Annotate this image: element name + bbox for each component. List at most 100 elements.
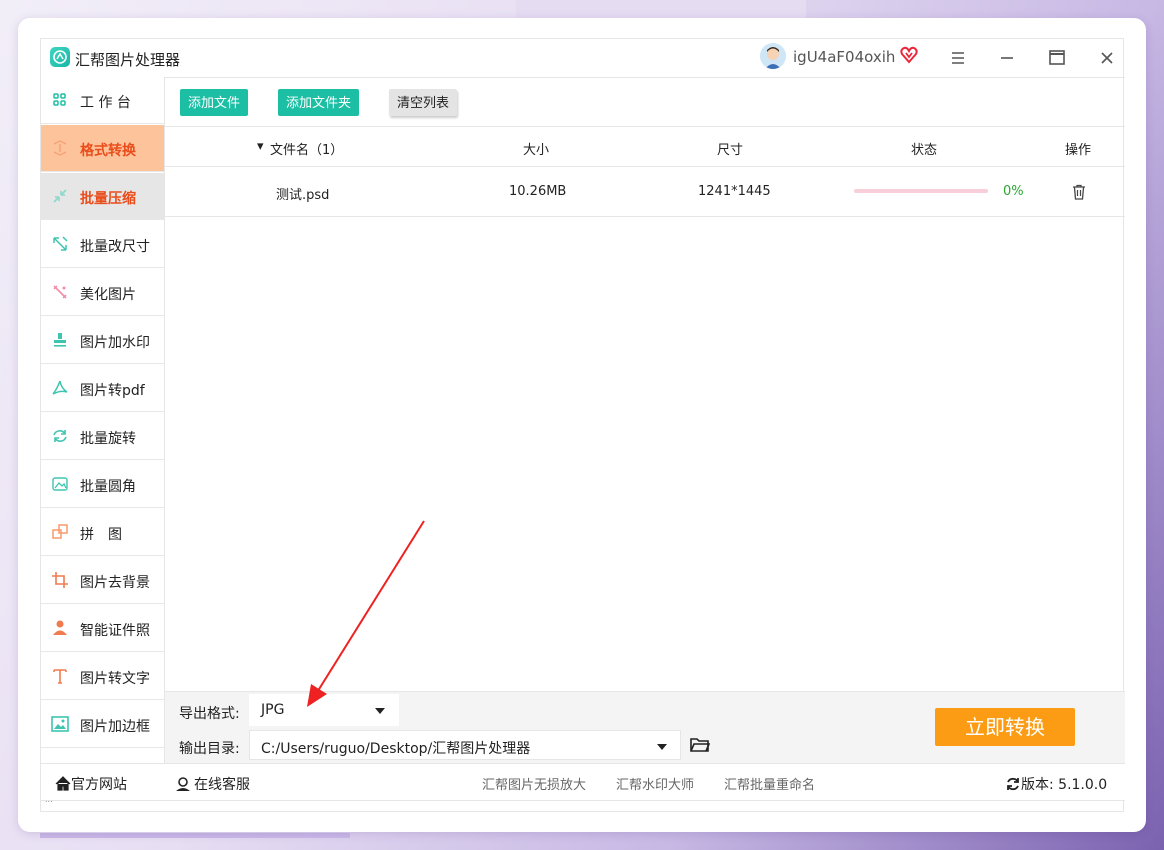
avatar[interactable] <box>760 43 786 69</box>
footer-link-upscale[interactable]: 汇帮图片无损放大 <box>482 774 586 793</box>
status-bar: ... <box>41 795 1125 813</box>
compress-icon <box>51 187 69 205</box>
column-status: 状态 <box>911 143 938 158</box>
version-label: 版本: <box>1021 777 1054 793</box>
progress-percent: 0% <box>1003 184 1024 199</box>
version-info[interactable]: 版本: 5.1.0.0 <box>1005 774 1107 794</box>
sidebar-item-collage[interactable]: 拼 图 <box>41 509 164 556</box>
output-settings: 导出格式: JPG 输出目录: C:/Users/ruguo/Desktop/汇… <box>165 691 1125 764</box>
output-dir-label: 输出目录: <box>179 741 240 757</box>
background-bar <box>40 833 350 838</box>
sidebar-item-rounded-corner[interactable]: 批量圆角 <box>41 461 164 508</box>
official-site-link[interactable]: 官方网站 <box>55 774 127 794</box>
sidebar-item-label: 智能证件照 <box>80 623 150 639</box>
chevron-down-icon <box>375 708 385 714</box>
footer-link-watermark[interactable]: 汇帮水印大师 <box>616 774 694 793</box>
sidebar-item-label: 图片转文字 <box>80 671 150 687</box>
chevron-down-icon <box>657 744 667 750</box>
sidebar-item-batch-compress[interactable]: 批量压缩 <box>41 173 164 220</box>
sidebar-item-label: 批量改尺寸 <box>80 239 150 255</box>
sidebar-item-label: 图片加水印 <box>80 335 150 351</box>
online-service-link[interactable]: 在线客服 <box>175 774 250 794</box>
crop-icon <box>51 571 69 589</box>
title-bar: 汇帮图片处理器 igU4aF04oxih <box>41 39 1125 78</box>
sidebar-item-rotate[interactable]: 批量旋转 <box>41 413 164 460</box>
minimize-icon[interactable] <box>995 46 1019 70</box>
beautify-icon <box>51 283 69 301</box>
output-dir-value: C:/Users/ruguo/Desktop/汇帮图片处理器 <box>261 741 531 757</box>
convert-now-button[interactable]: 立即转换 <box>935 708 1075 746</box>
sidebar-item-beautify[interactable]: 美化图片 <box>41 269 164 316</box>
sidebar-item-resize[interactable]: 批量改尺寸 <box>41 221 164 268</box>
sidebar-item-remove-bg[interactable]: 图片去背景 <box>41 557 164 604</box>
toolbar: 添加文件 添加文件夹 清空列表 <box>165 77 1125 127</box>
online-service-label: 在线客服 <box>194 777 250 793</box>
watermark-icon <box>51 331 69 349</box>
format-value: JPG <box>261 702 285 718</box>
sidebar-item-to-text[interactable]: 图片转文字 <box>41 653 164 700</box>
add-folder-button[interactable]: 添加文件夹 <box>278 89 360 116</box>
column-dimensions: 尺寸 <box>717 143 744 158</box>
sidebar-item-label: 美化图片 <box>80 287 136 303</box>
sidebar-item-label: 图片加边框 <box>80 719 150 735</box>
sidebar-item-label: 图片转pdf <box>80 383 145 399</box>
pdf-icon <box>51 379 69 397</box>
official-site-label: 官方网站 <box>71 777 127 793</box>
sidebar: 工 作 台 格式转换 批量压缩 批量改尺寸 美化图片 图片加水印 图片转pdf <box>41 77 165 763</box>
sidebar-item-label: 批量圆角 <box>80 479 136 495</box>
customer-service-icon <box>176 777 190 791</box>
app-window: 汇帮图片处理器 igU4aF04oxih 工 作 台 格式转换 批量压缩 批量改… <box>40 38 1125 813</box>
refresh-icon <box>1007 777 1019 791</box>
table-row[interactable]: 测试.psd 10.26MB 1241*1445 0% <box>165 167 1125 217</box>
format-select[interactable]: JPG <box>249 694 399 726</box>
person-icon <box>51 619 69 637</box>
clear-list-button[interactable]: 清空列表 <box>389 89 458 116</box>
sidebar-item-workbench[interactable]: 工 作 台 <box>41 77 164 124</box>
file-dimensions: 1241*1445 <box>698 184 771 199</box>
file-table-header: ▾ 文件名（1） 大小 尺寸 状态 操作 <box>165 127 1125 167</box>
close-icon[interactable] <box>1095 46 1119 70</box>
username[interactable]: igU4aF04oxih <box>793 48 895 66</box>
app-title: 汇帮图片处理器 <box>75 51 181 69</box>
sidebar-item-label: 格式转换 <box>80 143 136 159</box>
add-file-button[interactable]: 添加文件 <box>180 89 249 116</box>
maximize-icon[interactable] <box>1045 46 1069 70</box>
home-icon <box>55 776 71 791</box>
sidebar-item-add-frame[interactable]: 图片加边框 <box>41 701 164 748</box>
sidebar-item-watermark[interactable]: 图片加水印 <box>41 317 164 364</box>
rotate-icon <box>51 427 69 445</box>
app-logo-icon <box>50 47 70 67</box>
column-size: 大小 <box>523 143 550 158</box>
sidebar-item-id-photo[interactable]: 智能证件照 <box>41 605 164 652</box>
file-size: 10.26MB <box>509 184 567 199</box>
delete-icon[interactable] <box>1072 184 1086 204</box>
sidebar-item-label: 拼 图 <box>80 527 122 543</box>
grid-icon <box>51 91 69 109</box>
footer-bar: 官方网站 在线客服 汇帮图片无损放大 汇帮水印大师 汇帮批量重命名 版本: 5.… <box>41 763 1125 801</box>
progress-bar <box>854 189 988 193</box>
sidebar-item-format-convert[interactable]: 格式转换 <box>41 125 164 172</box>
sidebar-item-label: 图片去背景 <box>80 575 150 591</box>
column-filename[interactable]: 文件名（1） <box>270 139 343 158</box>
footer-link-rename[interactable]: 汇帮批量重命名 <box>724 774 815 793</box>
rounded-image-icon <box>51 475 69 493</box>
status-text: ... <box>45 795 53 804</box>
format-label: 导出格式: <box>179 706 240 722</box>
output-dir-select[interactable]: C:/Users/ruguo/Desktop/汇帮图片处理器 <box>249 730 681 760</box>
sidebar-item-to-pdf[interactable]: 图片转pdf <box>41 365 164 412</box>
sidebar-item-label: 批量压缩 <box>80 191 136 207</box>
folder-open-icon[interactable] <box>690 736 711 758</box>
hamburger-icon[interactable] <box>946 46 970 70</box>
column-actions: 操作 <box>1065 143 1092 158</box>
sidebar-item-label: 批量旋转 <box>80 431 136 447</box>
sort-desc-icon[interactable]: ▾ <box>257 139 264 154</box>
sidebar-item-label: 工 作 台 <box>80 95 131 111</box>
resize-icon <box>51 235 69 253</box>
collage-icon <box>51 523 69 541</box>
vip-heart-icon[interactable] <box>899 45 919 69</box>
text-icon <box>51 667 69 685</box>
file-name: 测试.psd <box>276 188 330 203</box>
convert-icon <box>51 139 69 157</box>
version-value: 5.1.0.0 <box>1058 777 1108 793</box>
frame-icon <box>51 715 69 733</box>
